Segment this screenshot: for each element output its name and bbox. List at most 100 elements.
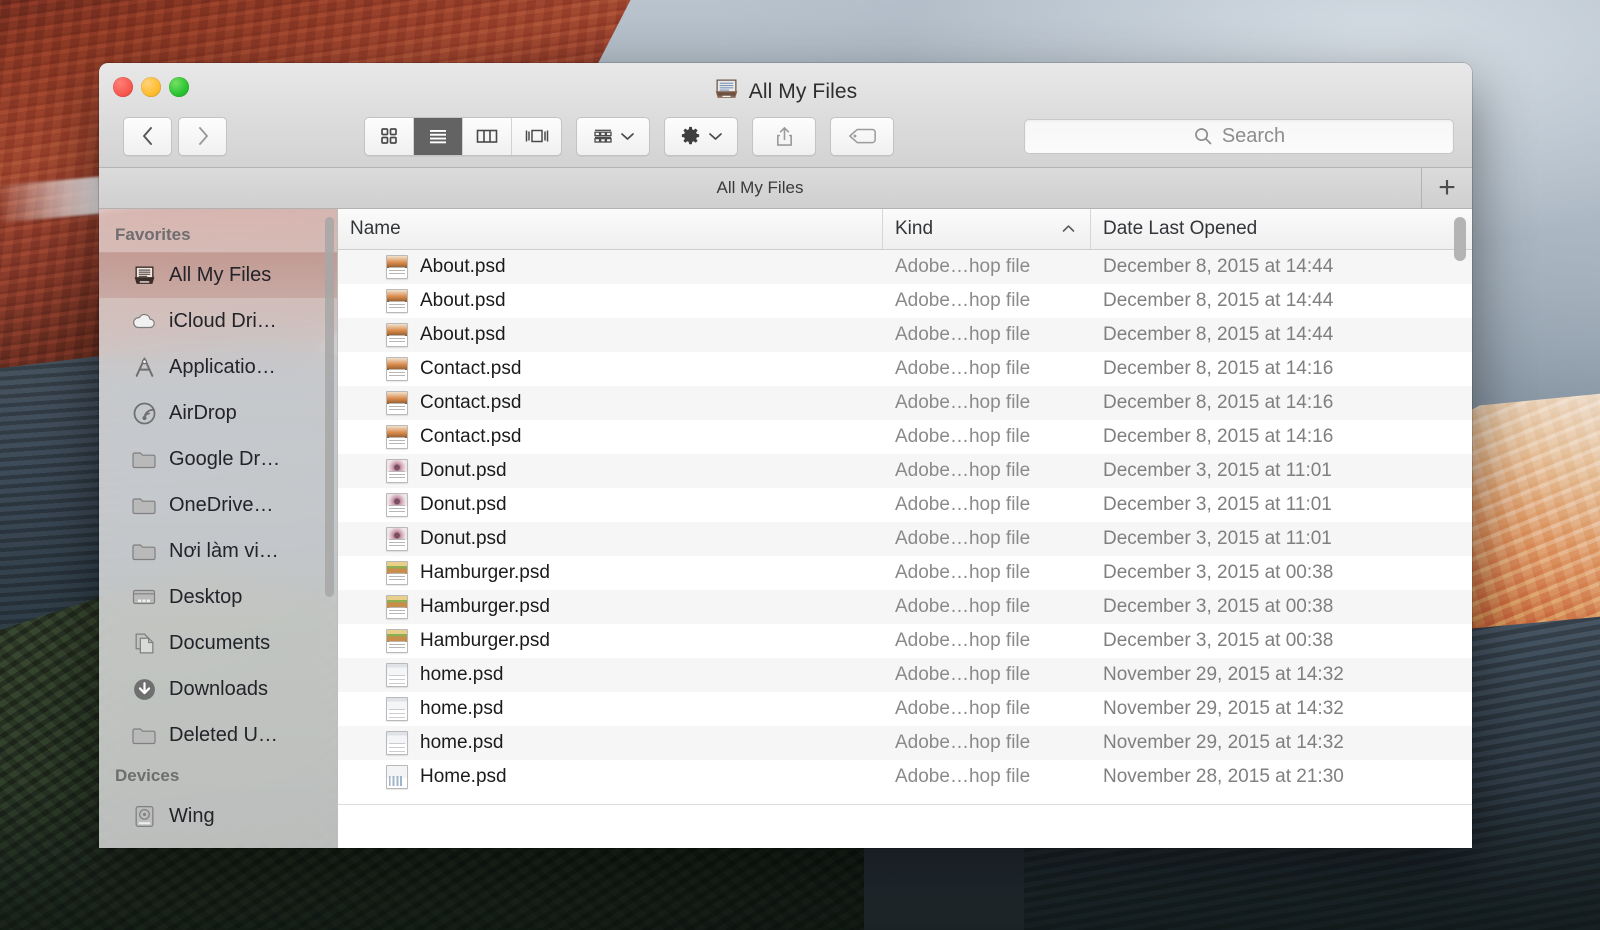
table-row[interactable]: Home.psd Adobe…hop file November 28, 2015 …	[338, 760, 1472, 794]
share-button[interactable]	[752, 116, 816, 156]
psd-burger-thumb	[386, 595, 408, 619]
table-row[interactable]: home.psd Adobe…hop file November 29, 2015 …	[338, 658, 1472, 692]
window-title-text: All My Files	[748, 79, 858, 103]
file-date-cell: December 8, 2015 at 14:16	[1103, 426, 1334, 447]
downloads-icon	[131, 676, 157, 702]
close-button[interactable]	[113, 77, 133, 97]
file-rows-container: About.psd Adobe…hop file December 8, 2015 …	[338, 250, 1472, 848]
table-row[interactable]: About.psd Adobe…hop file December 8, 2015 …	[338, 318, 1472, 352]
list-icon	[430, 130, 446, 144]
sidebar-item-label: iCloud Dri…	[169, 309, 277, 332]
psd-about-thumb	[386, 391, 408, 415]
file-date-cell: December 3, 2015 at 00:38	[1103, 596, 1334, 617]
grid-icon	[381, 128, 397, 144]
file-kind-cell: Adobe…hop file	[895, 732, 1031, 753]
zoom-button[interactable]	[169, 77, 189, 97]
desktop-icon	[131, 584, 157, 610]
table-row[interactable]: home.psd Adobe…hop file November 29, 2015 …	[338, 692, 1472, 726]
sidebar-item-wing[interactable]: Wing	[99, 793, 337, 839]
file-kind-cell: Adobe…hop file	[895, 324, 1031, 345]
table-row[interactable]: Donut.psd Adobe…hop file December 3, 2015 …	[338, 488, 1472, 522]
file-kind-cell: Adobe…hop file	[895, 766, 1031, 787]
file-name-cell: home.psd	[338, 697, 883, 721]
file-kind-cell: Adobe…hop file	[895, 290, 1031, 311]
sidebar-item-google-drive[interactable]: Google Dr…	[99, 436, 337, 482]
column-header-kind[interactable]: Kind	[883, 209, 1091, 249]
file-date-cell: December 8, 2015 at 14:16	[1103, 392, 1334, 413]
table-row[interactable]: Hamburger.psd Adobe…hop file December 3, 2…	[338, 556, 1472, 590]
minimize-button[interactable]	[141, 77, 161, 97]
applications-icon	[131, 354, 157, 380]
action-menu-button[interactable]	[664, 116, 738, 156]
table-row[interactable]: About.psd Adobe…hop file December 8, 2015 …	[338, 250, 1472, 284]
table-row[interactable]: Contact.psd Adobe…hop file December 8, 201…	[338, 352, 1472, 386]
file-kind-cell: Adobe…hop file	[895, 426, 1031, 447]
tab-label: All My Files	[716, 178, 804, 197]
table-row[interactable]: Donut.psd Adobe…hop file December 3, 2015 …	[338, 522, 1472, 556]
file-name-label: Hamburger.psd	[420, 630, 550, 651]
table-row[interactable]: Donut.psd Adobe…hop file December 3, 2015 …	[338, 454, 1472, 488]
icon-view-button[interactable]	[365, 117, 414, 155]
forward-button[interactable]	[178, 116, 227, 156]
sidebar-item-airdrop[interactable]: AirDrop	[99, 390, 337, 436]
psd-burger-thumb	[386, 629, 408, 653]
search-field[interactable]: Search	[1024, 118, 1454, 154]
file-date-cell: December 8, 2015 at 14:44	[1103, 324, 1334, 345]
sidebar-item-deleted-users[interactable]: Deleted U…	[99, 712, 337, 758]
table-row[interactable]: Hamburger.psd Adobe…hop file December 3, 2…	[338, 624, 1472, 658]
file-date-cell: December 3, 2015 at 11:01	[1103, 528, 1332, 549]
table-row[interactable]: Hamburger.psd Adobe…hop file December 3, 2…	[338, 590, 1472, 624]
tab-all-my-files[interactable]: All My Files	[99, 168, 1422, 208]
file-name-cell: Hamburger.psd	[338, 595, 883, 619]
back-button[interactable]	[123, 116, 172, 156]
sidebar-item-onedrive[interactable]: OneDrive…	[99, 482, 337, 528]
file-name-cell: About.psd	[338, 323, 883, 347]
file-list-scrollbar[interactable]	[1454, 217, 1466, 261]
column-header-name[interactable]: Name	[338, 209, 883, 249]
sidebar-section-favorites-header: Favorites	[115, 225, 191, 244]
table-row[interactable]: Contact.psd Adobe…hop file December 8, 201…	[338, 420, 1472, 454]
table-row[interactable]: About.psd Adobe…hop file December 8, 2015 …	[338, 284, 1472, 318]
file-kind-cell: Adobe…hop file	[895, 494, 1031, 515]
psd-donut-thumb	[386, 527, 408, 551]
file-name-label: Donut.psd	[420, 528, 507, 549]
sidebar-item-desktop[interactable]: Desktop	[99, 574, 337, 620]
new-tab-button[interactable]: +	[1422, 168, 1472, 208]
table-row[interactable]: home.psd Adobe…hop file November 29, 2015 …	[338, 726, 1472, 760]
sidebar-item-documents[interactable]: Documents	[99, 620, 337, 666]
column-view-button[interactable]	[463, 117, 512, 155]
search-placeholder: Search	[1221, 124, 1286, 147]
file-name-label: About.psd	[420, 290, 506, 311]
sidebar-item-applications[interactable]: Applicatio…	[99, 344, 337, 390]
file-name-cell: Contact.psd	[338, 391, 883, 415]
psd-homecap-thumb	[386, 765, 408, 789]
finder-window: All My Files Search All My Files + Favor…	[99, 63, 1472, 848]
file-name-label: Donut.psd	[420, 460, 507, 481]
file-name-cell: Contact.psd	[338, 357, 883, 381]
sidebar-scrollbar[interactable]	[325, 217, 334, 597]
psd-donut-thumb	[386, 493, 408, 517]
file-name-label: home.psd	[420, 664, 504, 685]
file-date-cell: December 8, 2015 at 14:16	[1103, 358, 1334, 379]
table-row[interactable]: Contact.psd Adobe…hop file December 8, 201…	[338, 386, 1472, 420]
window-body: Favorites All My Files iCloud Dri… Appli…	[99, 209, 1472, 848]
coverflow-view-button[interactable]	[512, 118, 561, 155]
tags-button[interactable]	[830, 116, 894, 156]
file-kind-cell: Adobe…hop file	[895, 256, 1031, 277]
file-name-cell: About.psd	[338, 255, 883, 279]
view-mode-segmented-control	[364, 116, 562, 156]
column-header-date-last-opened[interactable]: Date Last Opened	[1091, 209, 1472, 249]
psd-about-thumb	[386, 425, 408, 449]
file-kind-cell: Adobe…hop file	[895, 460, 1031, 481]
sidebar-item-noi-lam-viec[interactable]: Nơi làm vi…	[99, 528, 337, 574]
file-kind-cell: Adobe…hop file	[895, 562, 1031, 583]
documents-icon	[131, 630, 157, 656]
file-kind-cell: Adobe…hop file	[895, 698, 1031, 719]
sidebar-item-icloud-drive[interactable]: iCloud Dri…	[99, 298, 337, 344]
sidebar-item-label: Applicatio…	[169, 355, 276, 378]
file-list-pane: Name Kind Date Last Opened About.psd Adob…	[338, 209, 1472, 848]
sidebar-item-all-my-files[interactable]: All My Files	[99, 252, 337, 298]
sidebar-item-downloads[interactable]: Downloads	[99, 666, 337, 712]
arrange-by-button[interactable]	[576, 116, 650, 156]
list-view-button[interactable]	[414, 117, 463, 155]
